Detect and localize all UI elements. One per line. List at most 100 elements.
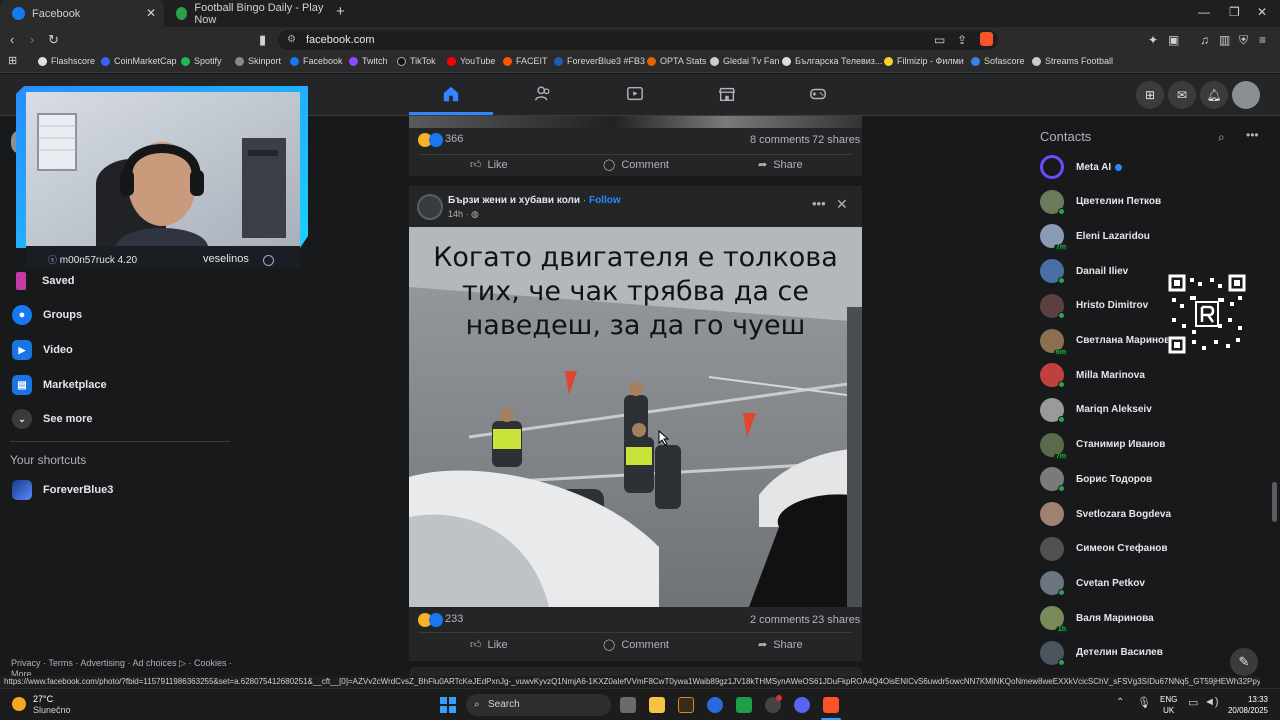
hide-post-close-icon[interactable]: ✕ [836, 196, 848, 213]
bookmark-twitch[interactable]: Twitch [349, 56, 388, 66]
site-info-icon[interactable]: ⚙ [287, 30, 296, 50]
marketplace-nav-icon[interactable] [718, 85, 736, 103]
bookmark-page-icon[interactable]: ▮ [259, 32, 266, 48]
weather-temp[interactable]: 27°C [33, 694, 53, 704]
contacts-scrollbar-thumb[interactable] [1272, 482, 1277, 522]
brave-shield-icon[interactable] [980, 32, 993, 46]
profile-avatar[interactable] [1232, 81, 1260, 109]
sidebar-item-marketplace[interactable]: ▤ Marketplace [12, 375, 107, 395]
tab-football-bingo[interactable]: Football Bingo Daily - Play Now [164, 0, 329, 27]
shortcut-foreverblue3[interactable]: ForeverBlue3 [12, 480, 113, 500]
sidebar-item-groups[interactable]: ● Groups [12, 305, 82, 325]
post-1-image-bottom[interactable] [409, 116, 862, 128]
bookmark-bulgarian-tv[interactable]: Българска Телевиз... [782, 56, 882, 66]
sidebar-item-video[interactable]: ▶ Video [12, 340, 73, 360]
contact-item[interactable]: Cvetan Petkov [1040, 571, 1145, 597]
post-1-comments-count[interactable]: 8 comments [750, 134, 810, 146]
contact-item[interactable]: Hristo Dimitrov [1040, 293, 1148, 319]
network-icon[interactable]: ▭ [1188, 696, 1198, 709]
footer-terms[interactable]: Terms [48, 658, 73, 668]
search-contacts-icon[interactable]: ⌕ [1218, 130, 1225, 145]
page-avatar[interactable] [417, 194, 443, 220]
bookmark-streams-football[interactable]: Streams Football [1032, 56, 1113, 66]
contact-item[interactable]: Mariqn Alekseiv [1040, 397, 1152, 423]
media-icon[interactable]: ♫ [1200, 33, 1209, 47]
contact-item[interactable]: Danail Iliev [1040, 259, 1128, 285]
contact-item[interactable]: Борис Тодоров [1040, 467, 1152, 493]
contact-item[interactable]: Milla Marinova [1040, 363, 1145, 389]
bookmark-coinmarketcap[interactable]: CoinMarketCap [101, 56, 177, 66]
footer-advertising[interactable]: Advertising [80, 658, 125, 668]
spreadsheet-app-icon[interactable] [736, 697, 752, 713]
contact-item[interactable]: Цветелин Петков [1040, 189, 1161, 215]
sidebar-toggle-icon[interactable]: ▥ [1219, 33, 1230, 47]
extensions-icon[interactable]: ✦ [1148, 33, 1158, 47]
reload-icon[interactable]: ↻ [48, 32, 59, 48]
post-1-share-button[interactable]: ➦ Share [758, 158, 803, 172]
gaming-icon[interactable] [809, 85, 827, 103]
contact-item[interactable]: 7m Eleni Lazaridou [1040, 224, 1150, 252]
close-window-icon[interactable]: ✕ [1257, 5, 1267, 19]
post-2-share-button[interactable]: ➦ Share [758, 638, 803, 652]
footer-privacy[interactable]: Privacy [11, 658, 41, 668]
post-1-like-button[interactable]: 👍︎ Like [470, 158, 508, 172]
bookmark-foreverblue3[interactable]: ForeverBlue3 #FB3 [554, 56, 645, 66]
messenger-icon[interactable]: ✉ [1168, 81, 1196, 109]
post-2-reactions[interactable]: 233 [418, 613, 463, 627]
forward-icon[interactable]: › [30, 32, 34, 47]
post-2-comments-count[interactable]: 2 comments [750, 614, 810, 626]
windows-start-icon[interactable] [440, 697, 456, 713]
bookmark-sofascore[interactable]: Sofascore [971, 56, 1025, 66]
contact-item[interactable]: 1h Валя Маринова [1040, 606, 1154, 634]
bookmark-opta-stats[interactable]: OPTA Stats [647, 56, 706, 66]
menu-icon[interactable]: ≡ [1259, 33, 1266, 47]
tray-overflow-icon[interactable]: ⌃ [1116, 697, 1124, 708]
bookmark-gledai-tv[interactable]: Gledai Tv Fan [710, 56, 779, 66]
friends-icon[interactable] [534, 85, 552, 103]
bookmark-spotify[interactable]: Spotify [181, 56, 222, 66]
sidebar-item-saved[interactable]: Saved [16, 272, 74, 290]
sidebar-item-see-more[interactable]: ⌄ See more [12, 409, 93, 429]
game-app-icon[interactable] [678, 697, 694, 713]
language-indicator[interactable]: ENG UK [1160, 694, 1177, 716]
bookmark-flashscore[interactable]: Flashscore [38, 56, 95, 66]
contact-item[interactable]: 7m Станимир Иванов [1040, 432, 1165, 460]
weather-sun-icon[interactable] [12, 697, 26, 711]
bookmark-skinport[interactable]: Skinport [235, 56, 281, 66]
share-page-icon[interactable]: ⇪ [957, 33, 967, 47]
back-icon[interactable]: ‹ [10, 32, 14, 47]
bookmark-tiktok[interactable]: TikTok [397, 56, 436, 66]
bookmark-facebook[interactable]: Facebook [290, 56, 343, 66]
new-message-button[interactable]: ✎ [1230, 648, 1258, 676]
post-options-icon[interactable]: ••• [812, 196, 826, 211]
post-2-image[interactable]: Когато двигателя е толкова тих, че чак т… [409, 227, 862, 607]
contact-item[interactable]: Детелин Василев [1040, 640, 1163, 666]
home-icon[interactable] [442, 85, 460, 103]
close-tab-icon[interactable]: ✕ [146, 6, 156, 20]
minimize-icon[interactable]: — [1198, 5, 1210, 19]
bookmark-filmizip[interactable]: Filmizip - Филми [884, 56, 964, 66]
brave-browser-icon[interactable] [823, 697, 839, 713]
footer-more[interactable]: More [11, 669, 32, 676]
task-view-icon[interactable] [620, 697, 636, 713]
tab-facebook[interactable]: Facebook ✕ [0, 0, 164, 27]
follow-link[interactable]: Follow [589, 195, 621, 206]
taskbar-search[interactable]: ⌕ Search [466, 694, 611, 716]
post-2-time[interactable]: 14h · ◍ [448, 209, 479, 220]
vpn-icon[interactable]: ⛨ [1239, 33, 1248, 48]
microphone-icon[interactable]: 🎙︎ [1137, 696, 1151, 709]
page-name-link[interactable]: Бързи жени и хубави коли [448, 195, 580, 206]
new-tab-icon[interactable]: + [336, 3, 345, 20]
post-1-shares-count[interactable]: 72 shares [812, 134, 860, 146]
menu-grid-icon[interactable]: ⊞ [1136, 81, 1164, 109]
volume-icon[interactable]: ◄) [1204, 696, 1219, 708]
wallet-icon[interactable]: ▣ [1168, 33, 1179, 47]
clock[interactable]: 13:33 20/08/2025 [1224, 694, 1268, 716]
watch-icon[interactable] [626, 85, 644, 103]
apps-grid-icon[interactable]: ⊞ [8, 54, 17, 67]
bookmark-faceit[interactable]: FACEIT [503, 56, 548, 66]
url-input[interactable]: ⚙ facebook.com [278, 30, 998, 50]
cast-icon[interactable]: ▭ [934, 33, 945, 47]
post-1-reactions[interactable]: 366 [418, 133, 463, 147]
footer-cookies[interactable]: Cookies [194, 658, 227, 668]
